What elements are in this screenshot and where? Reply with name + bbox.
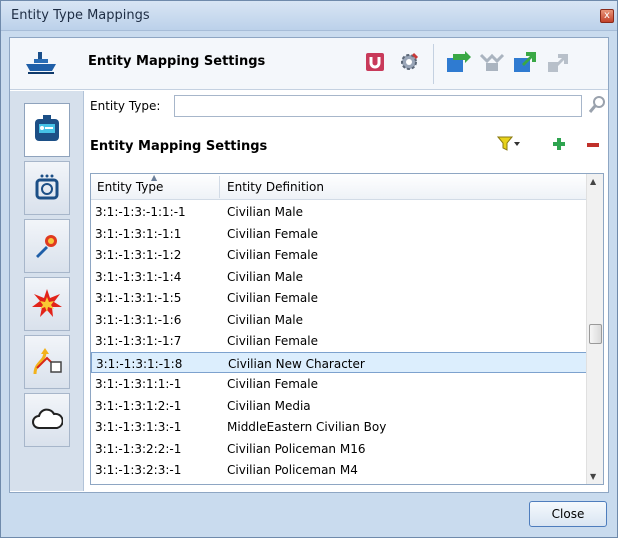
mapping-table: ▲ Entity Type Entity Definition 3:1:-1:3… — [90, 173, 604, 485]
mapping-panel: Entity Type: Entity Mapping Settings ▲ E… — [84, 91, 608, 491]
entity-type-cell: 3:1:-1:3:1:3:-1 — [95, 420, 182, 434]
rail-tab-explosions[interactable] — [24, 277, 70, 331]
entity-type-cell: 3:1:-1:3:1:-1:8 — [96, 356, 183, 371]
export-button[interactable] — [510, 48, 540, 78]
export-icon — [512, 50, 538, 77]
rail-tab-vehicles[interactable] — [24, 103, 70, 157]
add-mapping-button[interactable] — [546, 133, 572, 157]
table-row[interactable]: 3:1:-1:3:2:3:-1 Civilian Policeman M4 — [91, 459, 587, 481]
entity-definition-cell: Civilian Policeman M16 — [227, 441, 366, 456]
entity-definition-cell: Civilian Policeman M4 — [227, 463, 358, 477]
close-button[interactable]: Close — [529, 501, 607, 527]
entity-type-cell: 3:1:-1:3:1:-1:4 — [95, 269, 182, 284]
entity-type-cell: 3:1:-1:3:2:3:-1 — [95, 463, 182, 477]
entity-definition-cell: Civilian Media — [227, 398, 311, 413]
entity-definition-cell: Civilian Female — [227, 334, 318, 348]
entity-type-cell: 3:1:-1:3:1:-1:7 — [95, 334, 182, 348]
minus-icon — [586, 138, 600, 152]
table-body: 3:1:-1:3:-1:1:-1 Civilian Male 3:1:-1:3:1:… — [91, 201, 587, 481]
rail-tab-sensors[interactable] — [24, 161, 70, 215]
weapon-icon — [32, 230, 62, 263]
table-row[interactable]: 3:1:-1:3:1:-1:1 Civilian Female — [91, 223, 587, 245]
merge-button[interactable] — [477, 48, 507, 78]
rail-tab-routes[interactable] — [24, 335, 70, 389]
title-bar: Entity Type Mappings x — [1, 1, 617, 31]
entity-type-cell: 3:1:-1:3:-1:1:-1 — [95, 205, 186, 219]
entity-definition-cell: Civilian Male — [227, 205, 304, 219]
table-row[interactable]: 3:1:-1:3:-1:1:-1 Civilian Male — [91, 201, 587, 223]
import-icon — [445, 50, 471, 77]
table-row[interactable]: 3:1:-1:3:1:-1:4 Civilian Male — [91, 266, 587, 288]
filter-icon — [496, 136, 521, 155]
filter-button[interactable] — [496, 133, 522, 157]
sensor-icon — [32, 172, 62, 205]
entity-definition-cell: Civilian Female — [227, 377, 318, 391]
entity-type-cell: 3:1:-1:3:1:-1:2 — [95, 248, 182, 262]
entity-type-label: Entity Type: — [90, 99, 161, 113]
link-button[interactable] — [543, 48, 573, 78]
link-icon — [546, 50, 570, 77]
column-divider[interactable] — [219, 176, 220, 198]
entity-type-cell: 3:1:-1:3:1:-1:1 — [95, 226, 182, 241]
table-header: ▲ Entity Type Entity Definition — [91, 174, 587, 200]
footer: Close — [9, 497, 609, 533]
entity-definition-cell: Civilian Female — [227, 226, 318, 241]
section-heading: Entity Mapping Settings — [90, 139, 268, 154]
header-heading: Entity Mapping Settings — [88, 54, 266, 69]
table-row[interactable]: 3:1:-1:3:1:2:-1 Civilian Media — [91, 395, 587, 417]
merge-icon — [479, 51, 505, 76]
table-row[interactable]: 3:1:-1:3:1:-1:5 Civilian Female — [91, 287, 587, 309]
table-row[interactable]: 3:1:-1:3:1:-1:8 Civilian New Character — [91, 351, 587, 373]
vehicle-icon — [31, 113, 63, 148]
table-row[interactable]: 3:1:-1:3:1:-1:6 Civilian Male — [91, 309, 587, 331]
explosion-icon — [31, 288, 63, 321]
entity-type-cell: 3:1:-1:3:1:-1:6 — [95, 312, 182, 327]
scroll-thumb[interactable] — [589, 324, 602, 344]
import-button[interactable] — [443, 48, 473, 78]
entity-type-cell: 3:1:-1:3:2:2:-1 — [95, 441, 182, 456]
table-row[interactable]: 3:1:-1:3:1:-1:7 Civilian Female — [91, 330, 587, 352]
entity-definition-cell: Civilian New Character — [228, 356, 365, 371]
entity-definition-cell: MiddleEastern Civilian Boy — [227, 420, 387, 434]
table-row[interactable]: 3:1:-1:3:2:2:-1 Civilian Policeman M16 — [91, 438, 587, 460]
rail-tab-weapons[interactable] — [24, 219, 70, 273]
boat-icon — [24, 50, 58, 76]
table-row[interactable]: 3:1:-1:3:1:3:-1 MiddleEastern Civilian Bo… — [91, 416, 587, 438]
content-area: Entity Mapping Settings Entity Type: Ent… — [9, 37, 609, 493]
magnet-icon — [365, 52, 385, 75]
settings-button[interactable] — [394, 48, 424, 78]
remove-mapping-button[interactable] — [580, 133, 606, 157]
column-header-entity-type[interactable]: Entity Type — [97, 180, 163, 194]
route-icon — [31, 346, 63, 379]
entity-type-cell: 3:1:-1:3:1:2:-1 — [95, 398, 182, 413]
table-row[interactable]: 3:1:-1:3:1:-1:2 Civilian Female — [91, 244, 587, 266]
vertical-scrollbar[interactable]: ▲ ▼ — [586, 174, 603, 484]
header-bar: Entity Mapping Settings — [10, 38, 608, 90]
entity-definition-cell: Civilian Male — [227, 269, 304, 284]
search-button[interactable] — [588, 95, 606, 115]
entity-type-input[interactable] — [174, 95, 582, 117]
magnet-button[interactable] — [360, 48, 390, 78]
gear-icon — [398, 51, 420, 76]
scroll-down-icon[interactable]: ▼ — [590, 472, 596, 481]
entity-definition-cell: Civilian Female — [227, 291, 318, 305]
rail-tab-weather[interactable] — [24, 393, 70, 447]
entity-type-cell: 3:1:-1:3:1:-1:5 — [95, 291, 182, 305]
column-header-entity-definition[interactable]: Entity Definition — [227, 180, 324, 194]
entity-type-cell: 3:1:-1:3:1:1:-1 — [95, 377, 182, 391]
entity-definition-cell: Civilian Male — [227, 312, 304, 327]
entity-definition-cell: Civilian Female — [227, 248, 318, 262]
table-row[interactable]: 3:1:-1:3:1:1:-1 Civilian Female — [91, 373, 587, 395]
scroll-up-icon[interactable]: ▲ — [590, 177, 596, 186]
window-close-button[interactable]: x — [600, 9, 614, 23]
plus-icon — [552, 137, 566, 154]
window-title: Entity Type Mappings — [11, 8, 150, 23]
toolbar-separator — [433, 44, 434, 84]
category-rail — [10, 91, 84, 491]
entity-type-mappings-window: Entity Type Mappings x Entity Mapping Se… — [0, 0, 618, 538]
search-icon — [588, 96, 606, 118]
weather-icon — [31, 406, 64, 435]
